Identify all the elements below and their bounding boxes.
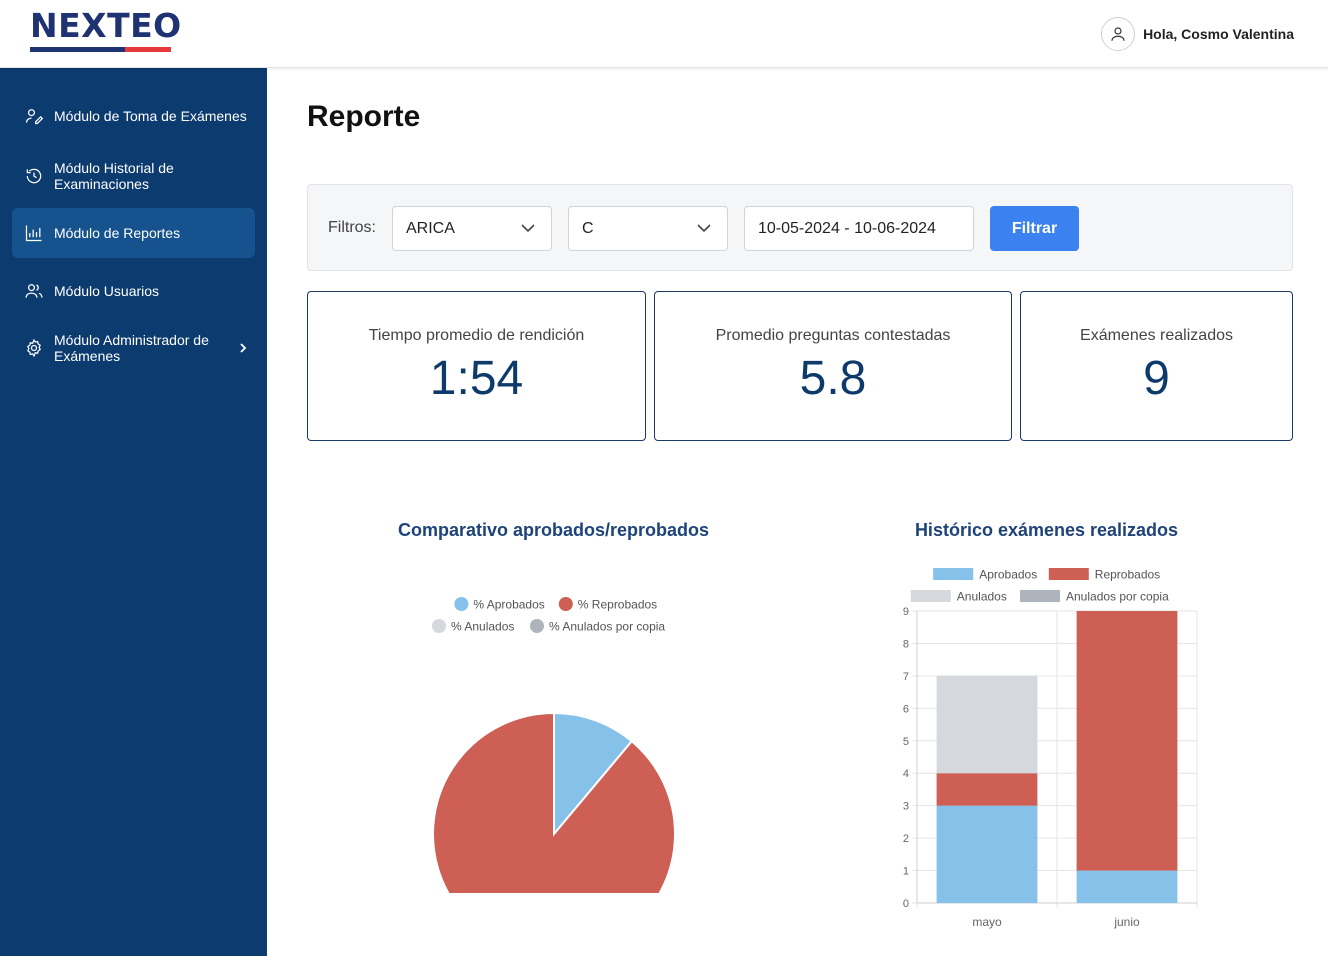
- legend-swatch: [454, 597, 469, 611]
- bar-segment[interactable]: [936, 805, 1038, 903]
- sidebar-item-historial[interactable]: Módulo Historial de Examinaciones: [12, 152, 255, 200]
- sidebar-item-toma-examenes[interactable]: Módulo de Toma de Exámenes: [12, 98, 255, 134]
- category-select-value: C: [582, 219, 594, 237]
- legend-swatch: [558, 597, 573, 611]
- user-menu[interactable]: Hola, Cosmo Valentina: [1101, 17, 1294, 51]
- page-title: Reporte: [307, 100, 421, 133]
- legend-label: % Reprobados: [578, 598, 657, 612]
- legend-swatch: [910, 590, 951, 602]
- stat-card-exams-count: Exámenes realizados 9: [1020, 291, 1293, 441]
- sidebar-item-label: Módulo Administrador de Exámenes: [54, 332, 209, 364]
- stacked-bar-chart: Aprobados Reprobados Anulados Anulados por …: [903, 568, 1198, 929]
- region-select[interactable]: ARICA: [392, 206, 552, 251]
- y-tick-label: 8: [903, 638, 909, 650]
- date-range-input[interactable]: 10-05-2024 - 10-06-2024: [744, 206, 974, 251]
- stat-value: 1:54: [429, 352, 524, 405]
- bar-segment[interactable]: [1076, 870, 1178, 903]
- y-tick-label: 2: [903, 833, 909, 845]
- x-tick-label: mayo: [972, 915, 1002, 929]
- user-icon[interactable]: [1101, 17, 1136, 51]
- legend-label: Anulados: [957, 590, 1007, 604]
- exam-taking-icon: [25, 109, 44, 125]
- y-tick-label: 0: [903, 898, 909, 910]
- legend-label: % Aprobados: [473, 598, 544, 612]
- sidebar-item-label: Módulo de Toma de Exámenes: [54, 108, 247, 124]
- legend-swatch: [933, 568, 974, 580]
- legend-label: % Anulados: [451, 620, 514, 634]
- legend-label: % Anulados por copia: [549, 620, 665, 634]
- legend-swatch: [1020, 590, 1060, 602]
- pie-slice[interactable]: [432, 711, 676, 893]
- stat-card-average-time: Tiempo promedio de rendición 1:54: [307, 291, 646, 441]
- filter-button[interactable]: Filtrar: [990, 206, 1079, 251]
- legend-swatch: [1048, 568, 1089, 580]
- chevron-down-icon: [697, 224, 711, 233]
- y-tick-label: 7: [903, 671, 909, 683]
- top-bar: NEXTEO Hola, Cosmo Valentina: [0, 0, 1328, 68]
- chevron-right-icon[interactable]: [237, 342, 249, 354]
- sidebar: Módulo de Toma de Exámenes Módulo Histor…: [0, 68, 267, 956]
- filters-panel: Filtros: ARICA C 10-05-2024 - 10-06-2024…: [307, 184, 1293, 271]
- category-select[interactable]: C: [568, 206, 728, 251]
- sidebar-item-usuarios[interactable]: Módulo Usuarios: [12, 273, 255, 309]
- logo-underline-blue: [30, 47, 125, 52]
- y-tick-label: 3: [903, 801, 909, 813]
- region-select-value: ARICA: [406, 219, 455, 237]
- legend-swatch: [530, 619, 544, 633]
- legend-swatch: [432, 619, 446, 633]
- legend-label: Aprobados: [979, 568, 1037, 582]
- x-tick-label: junio: [1113, 915, 1140, 929]
- bar-segment[interactable]: [936, 675, 1038, 774]
- legend-label: Anulados por copia: [1066, 590, 1169, 604]
- y-tick-label: 6: [903, 703, 909, 715]
- date-range-value: 10-05-2024 - 10-06-2024: [758, 219, 936, 237]
- pie-chart-title: Comparativo aprobados/reprobados: [397, 520, 710, 540]
- user-greeting: Hola, Cosmo Valentina: [1143, 26, 1294, 42]
- y-tick-label: 4: [903, 768, 909, 780]
- bar-segment[interactable]: [1076, 611, 1178, 871]
- stat-value: 9: [1143, 352, 1170, 405]
- sidebar-item-label: Módulo Historial de Examinaciones: [54, 160, 174, 192]
- y-tick-label: 9: [903, 606, 909, 618]
- pie-chart: % Aprobados % Reprobados % Anulados % Anula…: [432, 597, 676, 893]
- stat-label: Promedio preguntas contestadas: [715, 327, 951, 344]
- logo-underline-red: [125, 47, 171, 52]
- gear-icon: [27, 338, 41, 358]
- history-icon: [26, 168, 42, 184]
- sidebar-item-administrador[interactable]: Módulo Administrador de Exámenes: [12, 324, 255, 372]
- main-content: Reporte Filtros: ARICA C 10-05-2024 - 10…: [267, 68, 1328, 956]
- logo-text: NEXTEO: [30, 6, 182, 45]
- y-tick-label: 1: [903, 866, 909, 878]
- legend-label: Reprobados: [1095, 568, 1160, 582]
- bar-chart-icon: [25, 225, 42, 242]
- stat-label: Exámenes realizados: [1080, 327, 1233, 344]
- stat-value: 5.8: [799, 352, 867, 405]
- sidebar-item-reportes[interactable]: Módulo de Reportes: [12, 208, 255, 258]
- stat-label: Tiempo promedio de rendición: [368, 327, 585, 344]
- bar-chart-title: Histórico exámenes realizados: [914, 520, 1179, 540]
- sidebar-item-label: Módulo de Reportes: [54, 225, 181, 241]
- filters-label: Filtros:: [328, 219, 376, 236]
- sidebar-item-label: Módulo Usuarios: [54, 283, 160, 299]
- users-icon: [25, 284, 43, 298]
- nexteo-logo[interactable]: NEXTEO: [30, 6, 181, 56]
- bar-segment[interactable]: [936, 773, 1038, 806]
- stat-card-average-answers: Promedio preguntas contestadas 5.8: [654, 291, 1012, 441]
- chevron-down-icon: [521, 224, 535, 233]
- y-tick-label: 5: [903, 736, 909, 748]
